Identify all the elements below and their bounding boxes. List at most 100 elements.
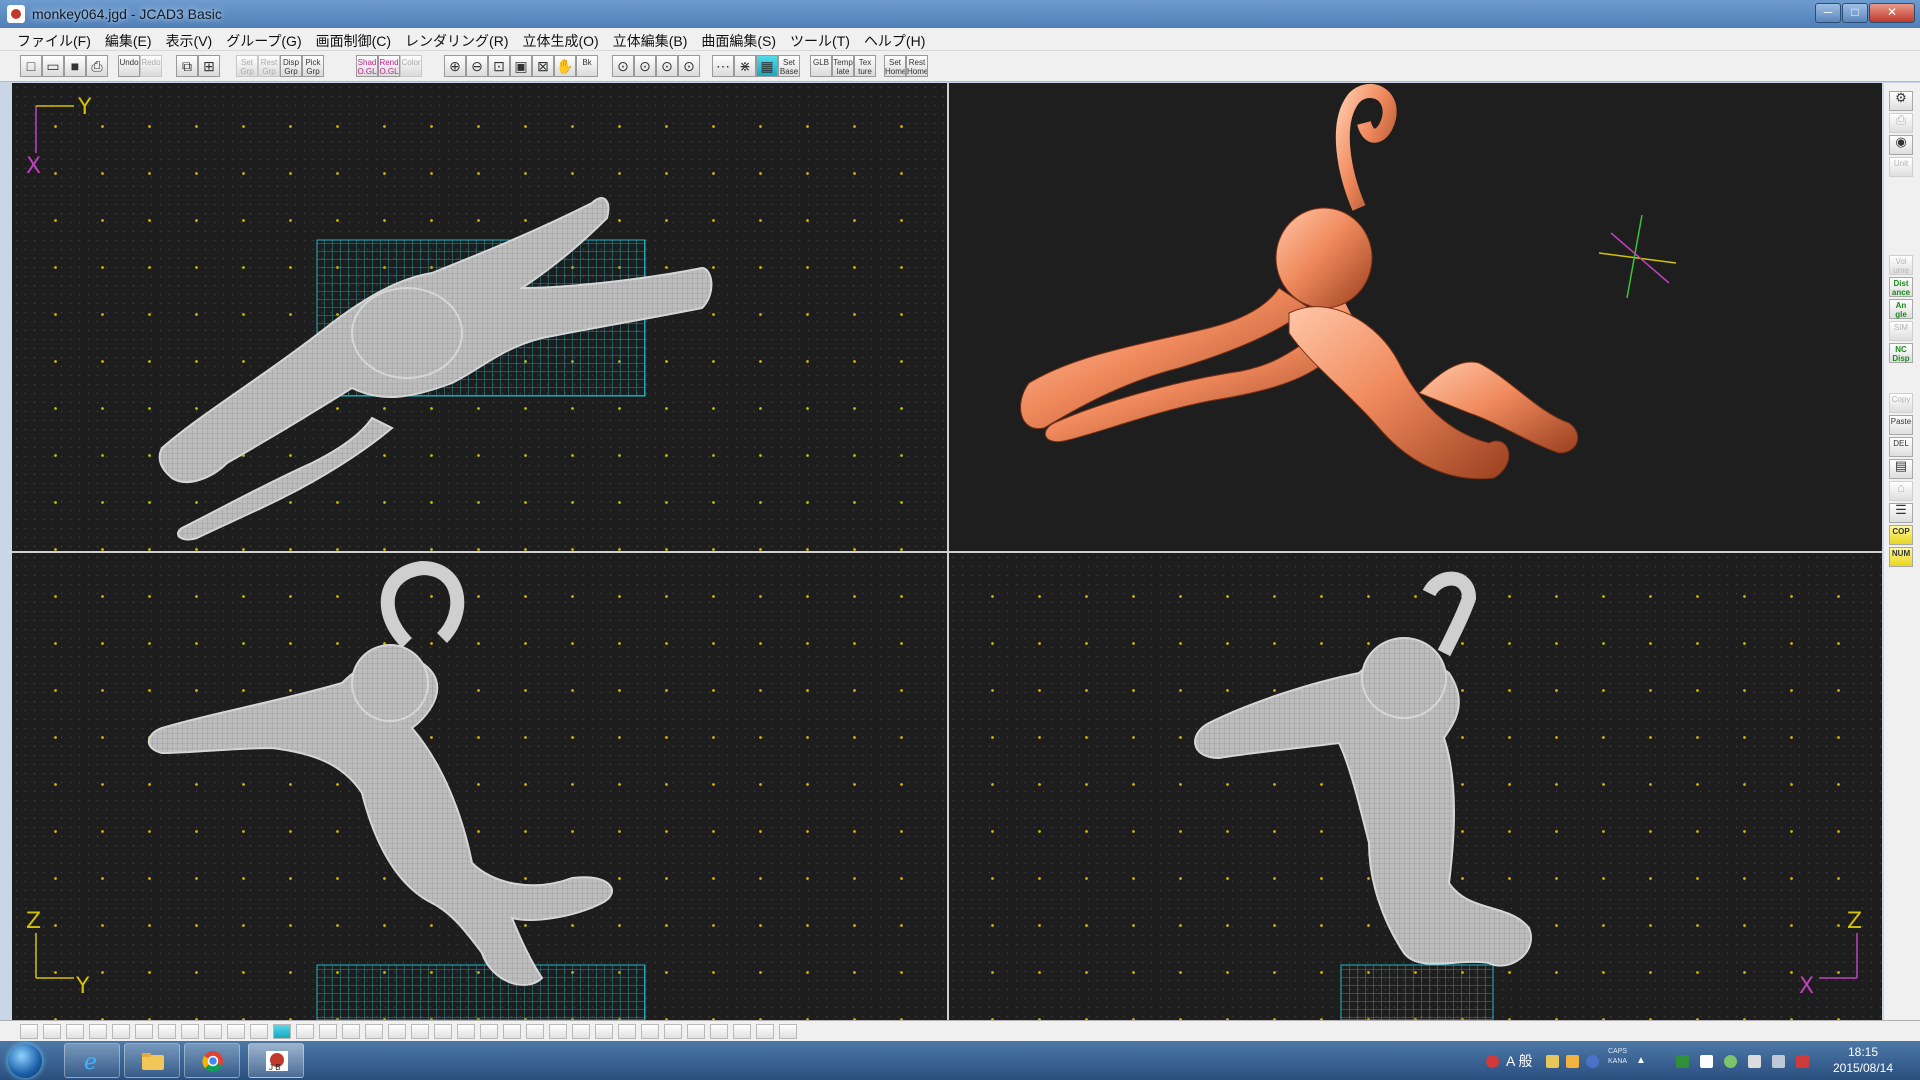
zoom-window-button[interactable]: ⊡ [488,55,510,77]
angle-tool[interactable]: An gle [1889,299,1913,319]
bottom-tool-button[interactable] [273,1024,291,1039]
bottom-tool-button[interactable] [779,1024,797,1039]
copy-tool[interactable]: Copy [1889,393,1913,413]
bottom-tool-button[interactable] [434,1024,452,1039]
menu-screen-control[interactable]: 画面制御(C) [309,28,398,51]
menu-file[interactable]: ファイル(F) [10,28,98,51]
tray-help-icon[interactable] [1586,1055,1599,1068]
start-button[interactable] [8,1044,42,1078]
bottom-tool-button[interactable] [319,1024,337,1039]
bottom-tool-button[interactable] [135,1024,153,1039]
rend-ogl-button[interactable]: Rend O.GL [378,55,400,77]
bottom-tool-button[interactable] [457,1024,475,1039]
bottom-tool-button[interactable] [664,1024,682,1039]
bottom-tool-button[interactable] [480,1024,498,1039]
glb-button[interactable]: GLB [810,55,832,77]
volume-tool[interactable]: Vol ume [1889,255,1913,275]
viewport-front-view[interactable]: Z Y [12,553,947,1020]
grid-cross-button[interactable]: ⋇ [734,55,756,77]
bottom-tool-button[interactable] [549,1024,567,1039]
tray-app-icon[interactable] [1676,1055,1689,1068]
color-button[interactable]: Color [400,55,422,77]
sim-tool[interactable]: SIM [1889,321,1913,341]
shad-ogl-button[interactable]: Shad O.GL [356,55,378,77]
set-grp-button[interactable]: Set Grp [236,55,258,77]
new-file-button[interactable]: □ [20,55,42,77]
set-base-button[interactable]: Set Base [778,55,800,77]
bottom-tool-button[interactable] [710,1024,728,1039]
bottom-tool-button[interactable] [227,1024,245,1039]
pick-grp-button[interactable]: Pick Grp [302,55,324,77]
tree-tool[interactable]: ☰ [1889,503,1913,523]
tray-expand-icon[interactable]: ▲ [1636,1055,1649,1068]
viewport-side-view[interactable]: Z X [949,553,1882,1020]
bottom-tool-button[interactable] [204,1024,222,1039]
tray-volume-icon[interactable] [1796,1055,1809,1068]
bottom-tool-button[interactable] [756,1024,774,1039]
nc-disp-tool[interactable]: NC Disp [1889,343,1913,363]
bottom-tool-button[interactable] [20,1024,38,1039]
layout-button[interactable]: ⊞ [198,55,220,77]
bottom-tool-button[interactable] [365,1024,383,1039]
viewport-perspective[interactable] [949,83,1882,551]
menu-solid-edit[interactable]: 立体編集(B) [606,28,695,51]
zoom-red-3-button[interactable]: ⊙ [656,55,678,77]
undo-button[interactable]: Undo [118,55,140,77]
bottom-tool-button[interactable] [181,1024,199,1039]
tray-display-icon[interactable] [1772,1055,1785,1068]
maximize-button[interactable]: □ [1842,3,1868,23]
pan-button[interactable]: ✋ [554,55,576,77]
tray-security-icon[interactable] [1486,1055,1499,1068]
menu-surface-edit[interactable]: 曲面編集(S) [694,28,783,51]
jcad-task[interactable]: J B [248,1043,304,1078]
num-tool[interactable]: NUM [1889,547,1913,567]
layers-tool[interactable]: ▤ [1889,459,1913,479]
close-button[interactable]: ✕ [1869,3,1915,23]
bottom-tool-button[interactable] [618,1024,636,1039]
chrome-task[interactable] [184,1043,240,1078]
disp-grp-button[interactable]: Disp Grp [280,55,302,77]
bottom-tool-button[interactable] [250,1024,268,1039]
system-clock[interactable]: 18:15 2015/08/14 [1818,1044,1908,1076]
bottom-tool-button[interactable] [503,1024,521,1039]
texture-button[interactable]: Tex ture [854,55,876,77]
template-button[interactable]: Temp late [832,55,854,77]
explorer-task[interactable] [124,1043,180,1078]
lock-tool[interactable]: ⌂ [1889,481,1913,501]
tray-flag-icon[interactable] [1748,1055,1761,1068]
rest-grp-button[interactable]: Rest Grp [258,55,280,77]
tray-dictionary-icon[interactable] [1566,1055,1579,1068]
ie-task[interactable]: e [64,1043,120,1078]
bottom-tool-button[interactable] [641,1024,659,1039]
zoom-red-1-button[interactable]: ⊙ [612,55,634,77]
print-button[interactable]: ⎙ [86,55,108,77]
zoom-in-button[interactable]: ⊕ [444,55,466,77]
menu-group[interactable]: グループ(G) [219,28,308,51]
delete-tool[interactable]: DEL [1889,437,1913,457]
menu-rendering[interactable]: レンダリング(R) [398,28,515,51]
bottom-tool-button[interactable] [89,1024,107,1039]
back-button[interactable]: Bk [576,55,598,77]
eye-tool[interactable]: ◉ [1889,135,1913,155]
bottom-tool-button[interactable] [158,1024,176,1039]
zoom-fit-button[interactable]: ⊠ [532,55,554,77]
bottom-tool-button[interactable] [66,1024,84,1039]
zoom-out-button[interactable]: ⊖ [466,55,488,77]
save-file-button[interactable]: ■ [64,55,86,77]
minimize-button[interactable]: ─ [1815,3,1841,23]
bottom-tool-button[interactable] [388,1024,406,1039]
paste-tool[interactable]: Paste [1889,415,1913,435]
app-icon[interactable] [7,5,25,23]
grid-dots-button[interactable]: ⋯ [712,55,734,77]
bottom-tool-button[interactable] [342,1024,360,1039]
tray-windows-icon[interactable] [1700,1055,1713,1068]
printer-tool[interactable]: ⎙ [1889,113,1913,133]
zoom-red-2-button[interactable]: ⊙ [634,55,656,77]
cop-tool[interactable]: COP [1889,525,1913,545]
menu-help[interactable]: ヘルプ(H) [857,28,932,51]
bottom-tool-button[interactable] [572,1024,590,1039]
zoom-all-button[interactable]: ▣ [510,55,532,77]
bottom-tool-button[interactable] [112,1024,130,1039]
bottom-tool-button[interactable] [733,1024,751,1039]
bottom-tool-button[interactable] [595,1024,613,1039]
